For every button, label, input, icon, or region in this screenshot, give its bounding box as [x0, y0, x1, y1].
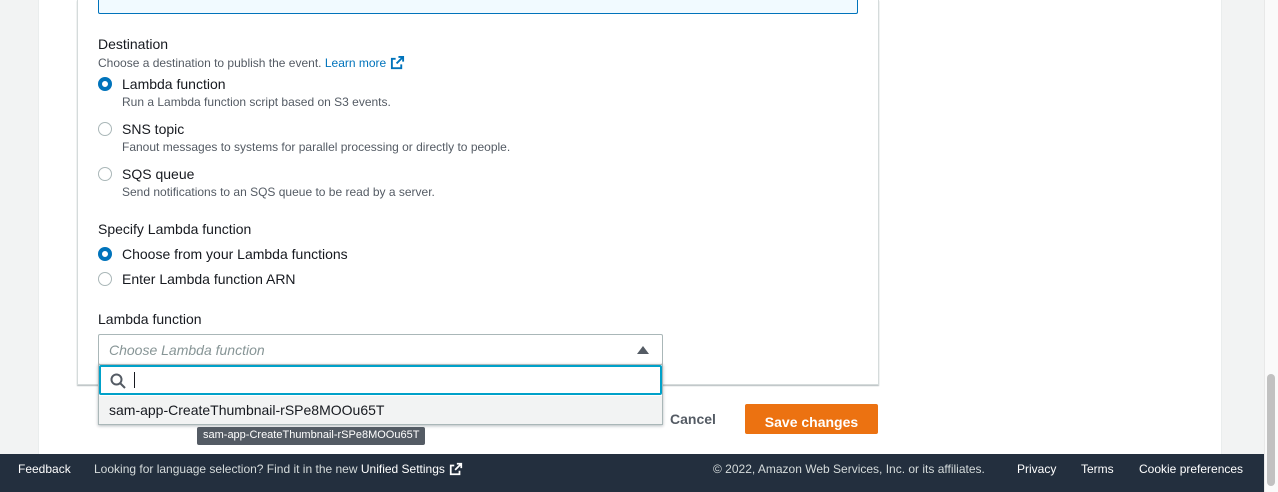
enter-arn-radio[interactable] — [98, 272, 112, 286]
sns-radio[interactable] — [98, 122, 112, 136]
lambda-label: Lambda function — [122, 76, 226, 92]
unified-settings-link[interactable]: Unified Settings — [361, 462, 463, 476]
lambda-description: Run a Lambda function script based on S3… — [122, 95, 391, 109]
language-prompt: Looking for language selection? Find it … — [94, 462, 463, 476]
learn-more-link[interactable]: Learn more — [324, 55, 405, 70]
footer-bottom-bar — [0, 484, 1264, 492]
external-link-icon — [391, 55, 405, 70]
save-changes-button[interactable]: Save changes — [745, 404, 878, 434]
option-tooltip: sam-app-CreateThumbnail-rSPe8MOOu65T — [197, 427, 426, 445]
privacy-link[interactable]: Privacy — [1017, 462, 1056, 476]
language-prompt-text: Looking for language selection? Find it … — [94, 462, 358, 476]
sqs-radio[interactable] — [98, 167, 112, 181]
choose-from-functions-label: Choose from your Lambda functions — [122, 246, 348, 262]
lambda-function-select[interactable]: Choose Lambda function — [98, 334, 663, 365]
sns-description: Fanout messages to systems for parallel … — [122, 140, 511, 154]
learn-more-label: Learn more — [324, 56, 387, 70]
cancel-button[interactable]: Cancel — [660, 404, 726, 434]
search-icon — [110, 373, 126, 389]
sns-label: SNS topic — [122, 121, 185, 137]
dropdown-search-input[interactable] — [99, 365, 662, 395]
sqs-label: SQS queue — [122, 166, 195, 182]
destination-description: Choose a destination to publish the even… — [98, 55, 405, 70]
feedback-link[interactable]: Feedback — [18, 462, 71, 476]
enter-arn-label: Enter Lambda function ARN — [122, 271, 296, 287]
sqs-description: Send notifications to an SQS queue to be… — [122, 185, 435, 199]
choose-from-functions-radio[interactable] — [98, 247, 112, 261]
external-link-icon — [449, 462, 463, 476]
destination-heading: Destination — [98, 36, 169, 52]
cookie-preferences-link[interactable]: Cookie preferences — [1139, 462, 1243, 476]
copyright-text: © 2022, Amazon Web Services, Inc. or its… — [713, 462, 985, 476]
caret-up-icon — [637, 346, 649, 354]
destination-description-text: Choose a destination to publish the even… — [98, 56, 322, 70]
dropdown-option[interactable]: sam-app-CreateThumbnail-rSPe8MOOu65T — [99, 396, 662, 424]
specify-lambda-heading: Specify Lambda function — [98, 221, 252, 237]
select-placeholder: Choose Lambda function — [109, 342, 265, 358]
scrollbar-thumb[interactable] — [1267, 374, 1275, 486]
unified-settings-label: Unified Settings — [360, 462, 445, 476]
text-cursor — [134, 372, 135, 388]
lambda-radio[interactable] — [98, 77, 112, 91]
lambda-function-dropdown: sam-app-CreateThumbnail-rSPe8MOOu65T — [98, 364, 663, 425]
terms-link[interactable]: Terms — [1081, 462, 1114, 476]
lambda-function-label: Lambda function — [98, 311, 202, 327]
info-alert-box — [98, 0, 858, 14]
console-footer: Feedback Looking for language selection?… — [0, 454, 1264, 484]
